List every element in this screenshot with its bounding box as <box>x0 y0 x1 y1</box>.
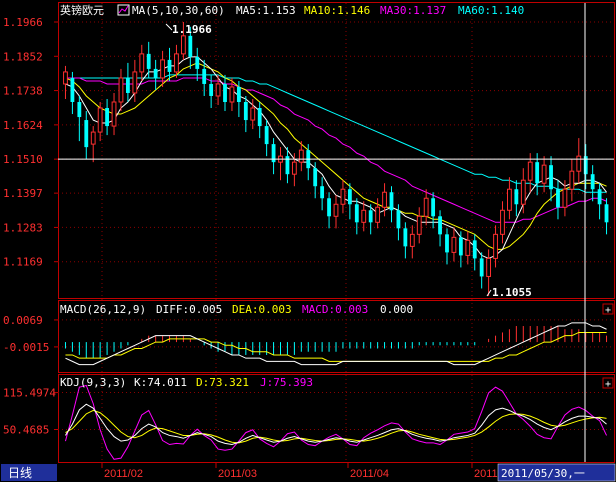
kdj-params: KDJ(9,3,3) <box>60 376 126 389</box>
kdj-d-value: D:73.321 <box>196 376 249 389</box>
price-tick-label: 1.1510 <box>3 153 43 166</box>
ma10-value: MA10:1.146 <box>304 4 370 17</box>
macd-tick-label: -0.0015 <box>3 341 49 354</box>
time-tick-label: 2011 <box>474 468 498 480</box>
cursor-date: 2011/05/30,一 <box>501 467 585 480</box>
kdj-k-value: K:74.011 <box>134 376 187 389</box>
svg-text:+: + <box>605 379 611 390</box>
high-price-annotation: 1.1966 <box>165 23 212 36</box>
time-tick-label: 2011/03 <box>218 468 257 480</box>
ma30-value: MA30:1.137 <box>380 4 446 17</box>
price-tick-label: 1.1169 <box>3 256 43 269</box>
background <box>0 0 616 482</box>
low-price-annotation: 1.1055 <box>486 286 532 299</box>
svg-text:+: + <box>605 305 611 316</box>
macd-zero-value: 0.000 <box>380 303 413 316</box>
chart-icon[interactable] <box>117 4 130 16</box>
macd-diff-value: DIFF:0.005 <box>156 303 222 316</box>
period-label: 日线 <box>8 466 32 480</box>
kdj-j-value: J:75.393 <box>260 376 313 389</box>
svg-text:1.1966: 1.1966 <box>172 23 212 36</box>
price-tick-label: 1.1852 <box>3 50 43 63</box>
time-tick-label: 2011/02 <box>104 468 143 480</box>
ma60-value: MA60:1.140 <box>458 4 524 17</box>
macd-add-button[interactable]: + <box>602 303 614 316</box>
price-tick-label: 1.1624 <box>3 119 43 132</box>
macd-dea-value: DEA:0.003 <box>232 303 292 316</box>
ma5-value: MA5:1.153 <box>236 4 296 17</box>
time-tick-label: 2011/04 <box>350 468 389 480</box>
kdj-tick-label: 115.4974 <box>3 387 56 400</box>
price-tick-label: 1.1966 <box>3 16 43 29</box>
symbol-name: 英镑欧元 <box>60 3 104 17</box>
macd-value: MACD:0.003 <box>302 303 368 316</box>
kdj-add-button[interactable]: + <box>602 377 614 390</box>
svg-text:1.1055: 1.1055 <box>492 286 532 299</box>
macd-tick-label: 0.0069 <box>3 314 43 327</box>
ma-params: MA(5,10,30,60) <box>132 4 225 17</box>
forex-chart-window[interactable]: 1.1966 1.1852 1.1738 1.1624 1.1510 1.1397 1.12… <box>0 0 616 482</box>
price-tick-label: 1.1283 <box>3 221 43 234</box>
price-tick-label: 1.1738 <box>3 85 43 98</box>
kdj-tick-label: 50.4685 <box>3 423 49 436</box>
price-tick-label: 1.1397 <box>3 187 43 200</box>
macd-params: MACD(26,12,9) <box>60 303 146 316</box>
